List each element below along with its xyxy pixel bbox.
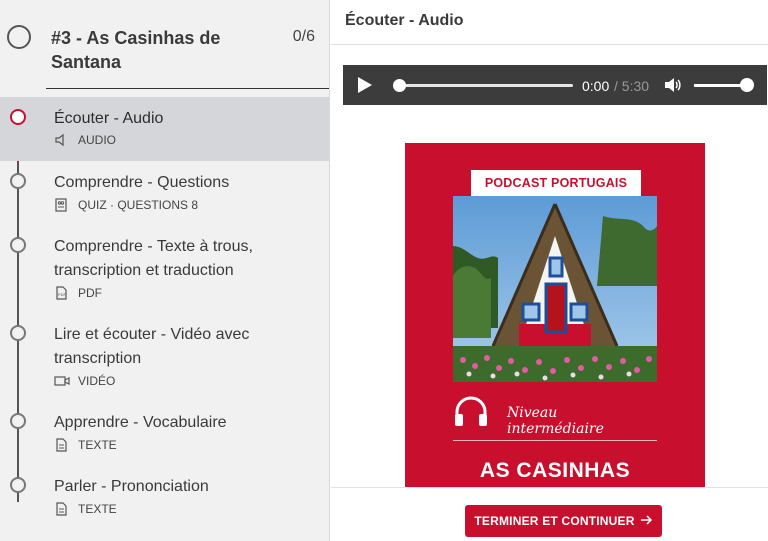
lesson-item-comprendre-texte[interactable]: Comprendre - Texte à trous, transcriptio… xyxy=(0,225,329,313)
lesson-meta-label: AUDIO xyxy=(78,133,117,147)
lesson-title: Écouter - Audio xyxy=(54,110,164,127)
lesson-meta: AUDIO xyxy=(54,133,116,147)
volume-slider[interactable] xyxy=(694,84,744,87)
lesson-status-dot xyxy=(10,173,26,189)
lesson-status-dot xyxy=(10,477,26,493)
seek-bar[interactable] xyxy=(393,79,573,92)
play-icon[interactable] xyxy=(357,76,373,94)
headphones-icon xyxy=(453,396,489,428)
arrow-right-icon xyxy=(640,514,653,528)
lesson-item-ecouter-audio[interactable]: Écouter - Audio AUDIO xyxy=(0,97,329,161)
lesson-title: Lire et écouter - Vidéo avec transcripti… xyxy=(54,326,250,367)
seek-handle[interactable] xyxy=(393,79,406,92)
lesson-meta: TEXTE xyxy=(54,438,117,452)
video-icon xyxy=(54,374,70,388)
lesson-meta: TEXTE xyxy=(54,502,117,516)
duration: / 5:30 xyxy=(614,78,650,94)
lesson-status-dot xyxy=(10,109,26,125)
lesson-meta-label: VIDÉO xyxy=(78,374,116,388)
lesson-meta-label: PDF xyxy=(78,286,102,300)
pdf-icon: PDF xyxy=(54,286,70,300)
lesson-title: Comprendre - Questions xyxy=(54,174,230,191)
text-doc-icon xyxy=(54,438,70,452)
lesson-meta-label: TEXTE xyxy=(78,438,117,452)
svg-text:PDF: PDF xyxy=(58,292,67,297)
lesson-meta-label: QUIZ · QUESTIONS 8 xyxy=(78,198,199,212)
cover-tag: PODCAST PORTUGAIS xyxy=(471,170,641,196)
lesson-footer: TERMINER ET CONTINUER xyxy=(331,487,768,541)
quiz-icon xyxy=(54,198,70,212)
lesson-meta: PDF PDF xyxy=(54,286,102,300)
speaker-icon xyxy=(54,133,70,147)
chapter-status-circle-icon xyxy=(7,25,31,49)
level-text: Niveau intermédiaire xyxy=(507,405,604,437)
lesson-meta: VIDÉO xyxy=(54,374,115,388)
lesson-meta-label: TEXTE xyxy=(78,502,117,516)
lesson-content: Écouter - Audio 0:00 / 5:30 PODCAST PORT… xyxy=(331,0,768,541)
lesson-item-parler-prononciation[interactable]: Parler - Prononciation TEXTE xyxy=(0,465,329,529)
chapter-progress: 0/6 xyxy=(292,28,315,45)
lesson-title: Comprendre - Texte à trous, transcriptio… xyxy=(54,238,253,279)
volume-handle[interactable] xyxy=(740,78,754,92)
lesson-status-dot xyxy=(10,237,26,253)
volume-icon[interactable] xyxy=(664,77,682,93)
lesson-meta: QUIZ · QUESTIONS 8 xyxy=(54,198,198,212)
house-photo xyxy=(453,196,657,382)
lesson-item-lire-ecouter[interactable]: Lire et écouter - Vidéo avec transcripti… xyxy=(0,313,329,401)
current-time: 0:00 xyxy=(582,78,610,94)
lesson-title: Parler - Prononciation xyxy=(54,478,209,495)
course-sidebar: #3 - As Casinhas de Santana 0/6 Écouter … xyxy=(0,0,330,541)
audio-player: 0:00 / 5:30 xyxy=(343,65,767,105)
episode-name: AS CASINHAS xyxy=(479,459,631,482)
chapter-title: #3 - As Casinhas de Santana xyxy=(51,28,221,72)
lesson-item-comprendre-questions[interactable]: Comprendre - Questions QUIZ · QUESTIONS … xyxy=(0,161,329,225)
lesson-title: Apprendre - Vocabulaire xyxy=(54,414,227,431)
lesson-item-apprendre-vocabulaire[interactable]: Apprendre - Vocabulaire TEXTE xyxy=(0,401,329,465)
lesson-status-dot xyxy=(10,325,26,341)
content-header: Écouter - Audio xyxy=(331,0,768,45)
chapter-header[interactable]: #3 - As Casinhas de Santana 0/6 xyxy=(0,0,329,90)
finish-continue-label: TERMINER ET CONTINUER xyxy=(474,514,635,528)
level-badge: Niveau intermédiaire xyxy=(453,396,657,437)
divider xyxy=(46,88,329,89)
podcast-cover-image: PODCAST PORTUGAIS Niveau intermédiaire A… xyxy=(405,143,705,487)
text-doc-icon xyxy=(54,502,70,516)
lesson-status-dot xyxy=(10,413,26,429)
page-title: Écouter - Audio xyxy=(345,12,464,29)
divider xyxy=(453,440,657,441)
finish-continue-button[interactable]: TERMINER ET CONTINUER xyxy=(465,505,662,537)
